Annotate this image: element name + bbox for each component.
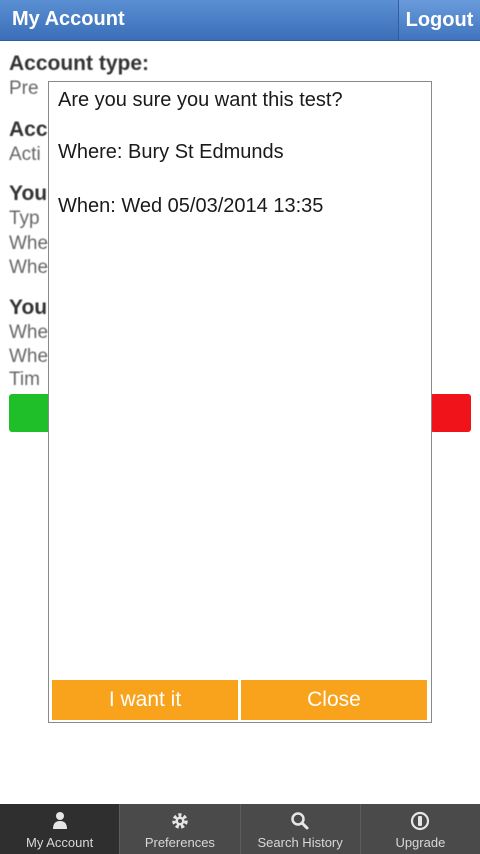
section-heading: You xyxy=(9,182,48,205)
dialog-where: Where: Bury St Edmunds xyxy=(58,141,284,163)
confirm-dialog: Are you sure you want this test? Where: … xyxy=(48,81,432,723)
app-screen: My Account Logout Account type: Pre Acc … xyxy=(0,0,480,854)
dialog-when: When: Wed 05/03/2014 13:35 xyxy=(58,195,324,217)
red-action-button[interactable] xyxy=(430,394,471,432)
tab-upgrade[interactable]: Upgrade xyxy=(359,804,480,854)
tab-label: My Account xyxy=(26,835,94,850)
close-button[interactable]: Close xyxy=(241,680,427,720)
section-line: Whe xyxy=(9,233,49,254)
tab-label: Upgrade xyxy=(395,835,446,850)
section-line: Whe xyxy=(9,346,49,367)
dialog-question: Are you sure you want this test? xyxy=(58,89,343,111)
tab-my-account[interactable]: My Account xyxy=(0,804,120,854)
section-heading: You xyxy=(9,296,48,319)
tab-label: Search History xyxy=(257,835,343,850)
logout-button[interactable]: Logout xyxy=(398,0,480,40)
account-type-heading: Account type: xyxy=(9,52,150,75)
page-title: My Account xyxy=(12,8,125,30)
section-line: Whe xyxy=(9,257,49,278)
tab-preferences[interactable]: Preferences xyxy=(119,804,239,854)
bottom-tab-bar: My Account Preferences Search History Up… xyxy=(0,804,480,854)
person-icon xyxy=(0,811,119,831)
account-status-heading: Acc xyxy=(9,118,48,141)
account-status-value: Acti xyxy=(9,144,41,165)
tab-label: Preferences xyxy=(144,835,215,850)
i-want-it-button[interactable]: I want it xyxy=(52,680,238,720)
header-bar: My Account Logout xyxy=(0,0,480,41)
section-line: Whe xyxy=(9,322,49,343)
search-icon xyxy=(241,811,360,831)
green-action-button[interactable] xyxy=(9,394,53,432)
section-line: Typ xyxy=(9,208,40,229)
gear-icon xyxy=(120,811,239,831)
account-type-value: Pre xyxy=(9,78,39,99)
upgrade-icon xyxy=(361,811,480,831)
tab-search-history[interactable]: Search History xyxy=(239,804,360,854)
section-line: Tim xyxy=(9,369,40,390)
